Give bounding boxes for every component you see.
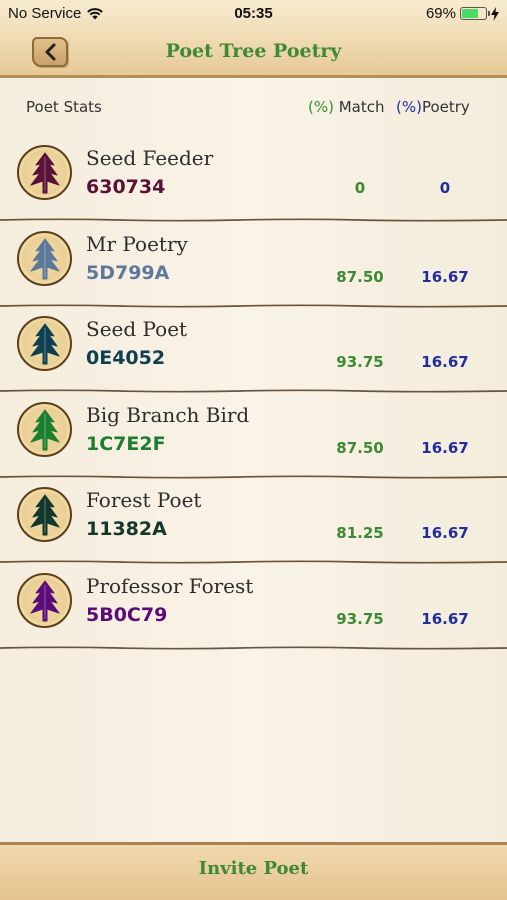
poetry-pct-label: (%) bbox=[396, 98, 422, 116]
tree-avatar-icon bbox=[17, 487, 72, 542]
poet-code: 630734 bbox=[86, 176, 166, 198]
poet-code: 0E4052 bbox=[86, 347, 166, 369]
poet-name: Professor Forest bbox=[86, 574, 254, 598]
match-pct-label: (%) bbox=[308, 98, 334, 116]
poetry-label: Poetry bbox=[421, 98, 470, 116]
tree-icon bbox=[30, 580, 59, 621]
tree-avatar-icon bbox=[17, 402, 72, 457]
tree-avatar-icon bbox=[17, 231, 72, 286]
poet-name: Seed Feeder bbox=[86, 146, 214, 170]
charging-bolt-icon bbox=[491, 6, 499, 21]
poet-row[interactable]: Seed Poet 0E4052 93.75 16.67 bbox=[0, 307, 507, 393]
tree-icon bbox=[30, 152, 59, 193]
poet-code: 11382A bbox=[86, 518, 167, 540]
match-value: 87.50 bbox=[336, 268, 384, 286]
match-value: 93.75 bbox=[336, 610, 384, 628]
poet-row[interactable]: Seed Feeder 630734 0 0 bbox=[0, 136, 507, 222]
poetry-value: 16.67 bbox=[421, 353, 469, 371]
tree-icon bbox=[30, 409, 59, 450]
poetry-value: 0 bbox=[439, 179, 451, 197]
column-header-poet-stats: Poet Stats bbox=[26, 98, 102, 116]
poet-code: 5B0C79 bbox=[86, 604, 168, 626]
poet-stats-panel: Poet Stats (%) Match (%)Poetry Seed Feed… bbox=[0, 78, 507, 842]
poet-row[interactable]: Mr Poetry 5D799A 87.50 16.67 bbox=[0, 222, 507, 308]
tree-icon bbox=[30, 323, 59, 364]
poet-name: Seed Poet bbox=[86, 317, 188, 341]
battery-percent: 69% bbox=[425, 5, 456, 22]
poet-name: Forest Poet bbox=[86, 488, 202, 512]
tree-icon bbox=[30, 238, 59, 279]
poet-name: Mr Poetry bbox=[86, 232, 188, 256]
poetry-value: 16.67 bbox=[421, 439, 469, 457]
tree-avatar-icon bbox=[17, 145, 72, 200]
status-bar: No Service 05:35 69% bbox=[0, 0, 507, 30]
footer-bar: Invite Poet bbox=[0, 842, 507, 900]
nav-header: Poet Tree Poetry bbox=[0, 30, 507, 78]
page-title: Poet Tree Poetry bbox=[165, 40, 342, 62]
battery-icon bbox=[460, 7, 490, 20]
match-value: 0 bbox=[354, 179, 366, 197]
column-header-poetry: (%)Poetry bbox=[396, 98, 470, 116]
row-divider bbox=[0, 646, 507, 650]
tree-avatar-icon bbox=[17, 316, 72, 371]
tree-icon bbox=[30, 494, 59, 535]
poet-row[interactable]: Forest Poet 11382A 81.25 16.67 bbox=[0, 478, 507, 564]
match-value: 93.75 bbox=[336, 353, 384, 371]
invite-poet-button[interactable]: Invite Poet bbox=[0, 858, 507, 879]
poet-row[interactable]: Big Branch Bird 1C7E2F 87.50 16.67 bbox=[0, 393, 507, 479]
poet-row[interactable]: Professor Forest 5B0C79 93.75 16.67 bbox=[0, 564, 507, 650]
poetry-value: 16.67 bbox=[421, 610, 469, 628]
status-right: 69% bbox=[426, 5, 499, 22]
poet-name: Big Branch Bird bbox=[86, 403, 250, 427]
match-value: 81.25 bbox=[336, 524, 384, 542]
poetry-value: 16.67 bbox=[421, 524, 469, 542]
battery-fill bbox=[462, 9, 478, 18]
column-header-match: (%) Match bbox=[308, 98, 385, 116]
match-label: Match bbox=[333, 98, 385, 116]
poet-code: 1C7E2F bbox=[86, 433, 166, 455]
poetry-value: 16.67 bbox=[421, 268, 469, 286]
match-value: 87.50 bbox=[336, 439, 384, 457]
tree-avatar-icon bbox=[17, 573, 72, 628]
poet-code: 5D799A bbox=[86, 262, 170, 284]
